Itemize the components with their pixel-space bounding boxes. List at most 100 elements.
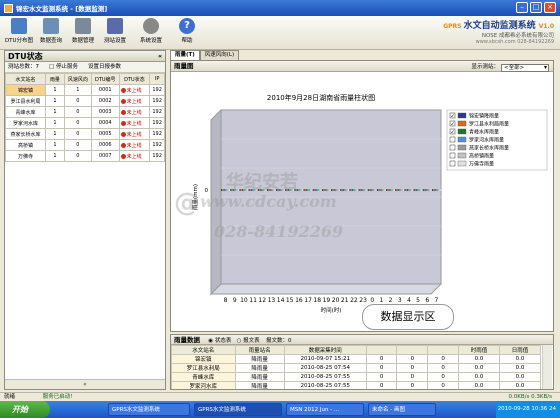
col-dtu-status[interactable]: DTU状态 [118, 73, 151, 85]
station-count: 测站总数：7 [8, 64, 39, 70]
chart-bar [238, 189, 240, 192]
expand-icon[interactable]: « [5, 379, 165, 389]
chart-title: 2010年9月28日湖南省雨量柱状图 [267, 93, 375, 102]
col-day-rain[interactable]: 日雨值 [498, 345, 541, 355]
chart-bar [293, 189, 295, 192]
dtu-table: 水文站名 雨量 风速风向 DTU编号 DTU状态 IP 锦宏镇 1 1 0001 未上线… [5, 73, 165, 162]
col-collect-time[interactable]: 数据采集时间 [283, 345, 367, 355]
maximize-button[interactable]: □ [530, 2, 542, 13]
chart-bar [336, 189, 338, 192]
data-area-callout: 数据显示区 [362, 304, 454, 330]
col-c1[interactable] [365, 345, 398, 355]
y-tick-label: 0 [205, 188, 209, 194]
minimize-button[interactable]: – [516, 2, 528, 13]
chart-bar [327, 189, 329, 192]
chart-bar [361, 189, 363, 192]
chart-bar [393, 189, 396, 192]
close-button[interactable]: × [544, 2, 556, 13]
chart-bar [412, 189, 414, 192]
chart-bar [401, 189, 403, 192]
chart-bar [408, 189, 410, 192]
chart-bar [344, 189, 346, 192]
help-button[interactable]: ? 帮助 [172, 18, 202, 44]
chart-bar [395, 189, 397, 192]
tab-wind[interactable]: 风速风向(L) [199, 50, 240, 60]
chart-bar [295, 189, 297, 192]
col-ip[interactable]: IP [149, 73, 165, 85]
dtu-panel-title: DTU状态 « [5, 51, 165, 62]
data-manage-button[interactable]: 数据管理 [68, 18, 98, 44]
wind-count: 0 [63, 139, 92, 151]
wind-count: 0 [63, 106, 92, 118]
col-rain-station[interactable]: 雨量站名 [234, 345, 285, 355]
legend-checkbox [449, 136, 456, 143]
collapse-icon[interactable]: « [158, 51, 162, 62]
tab-rainfall[interactable]: 雨量(T) [170, 50, 200, 60]
col-station[interactable]: 水文站名 [5, 73, 46, 85]
chart-bar [359, 189, 361, 192]
start-button[interactable]: 开始 [0, 401, 50, 418]
table-row[interactable]: 青峰水库 降雨量 2010-08-25 07:55 0 0 0 0.0 0.0 [171, 372, 541, 382]
task-item[interactable]: GPRS水文监测系统 [108, 403, 190, 416]
status-net: 0.0KB/s 0.3KB/s [508, 394, 552, 400]
dtu-map-button[interactable]: DTU分布图 [4, 18, 34, 44]
table-row[interactable]: 锦宏镇 1 1 0001 未上线 192 [5, 84, 165, 96]
table-row[interactable]: 罗家河水库 1 0 0004 未上线 192 [5, 117, 165, 129]
chart-bar [349, 189, 351, 192]
chart-bar [354, 189, 356, 192]
check-icon: ✓ [451, 114, 455, 120]
task-item[interactable]: 未命名 - 画图 [368, 403, 436, 416]
dtu-status: 未上线 [118, 106, 151, 118]
chart-bar [230, 189, 232, 192]
chart-bar [282, 189, 284, 192]
station-settings-button[interactable]: 测站设置 [100, 18, 130, 44]
dtu-panel-title-text: DTU状态 [8, 52, 43, 61]
table-row[interactable]: 锦宏镇 降雨量 2010-09-07 15:21 0 0 0 0.0 0.0 [171, 354, 541, 364]
table-row[interactable]: 高桥镇 1 0 0006 未上线 192 [5, 139, 165, 151]
table-row[interactable]: 燕家长桥水库 1 0 0005 未上线 192 [5, 128, 165, 140]
chart-bar [281, 189, 283, 192]
value-c1: 0 [365, 372, 398, 382]
chart-bar [341, 189, 343, 192]
data-scrollbar[interactable] [542, 345, 552, 389]
chart-bar [311, 189, 313, 192]
table-row[interactable]: 罗家河水库 降雨量 2010-08-25 07:55 0 0 0 0.0 0.0 [171, 381, 541, 389]
chart-bar [372, 189, 375, 192]
col-rain[interactable]: 雨量 [45, 73, 65, 85]
table-row[interactable]: 万佛寺 1 0 0007 未上线 192 [5, 150, 165, 162]
task-item[interactable]: MSN 2012 Jun - ... [286, 403, 364, 416]
rain-type: 降雨量 [234, 354, 285, 364]
col-c2[interactable] [396, 345, 429, 355]
report-settings-button[interactable]: 设置日报参数 [88, 62, 121, 72]
col-hour-rain[interactable]: 时雨值 [457, 345, 500, 355]
ip-value: 192 [149, 106, 165, 118]
radio-message-table[interactable]: ○ 报文表 [237, 338, 260, 344]
chart-bar [370, 189, 372, 192]
table-row[interactable]: 罗江县水利局 1 0 0002 未上线 192 [5, 95, 165, 107]
radio-status-table[interactable]: ◉ 状态表 [208, 338, 231, 344]
stop-service-button[interactable]: □ 停止服务 [49, 62, 78, 72]
chart-bar [389, 189, 392, 192]
chart-bar [334, 189, 337, 192]
data-query-button[interactable]: 数据查询 [36, 18, 66, 44]
col-dtu[interactable]: DTU编号 [90, 73, 120, 85]
task-item[interactable]: GPRS水文监测系统 [194, 403, 282, 416]
chart-bar [362, 189, 364, 192]
chart-bar [427, 189, 430, 192]
chart-bar [379, 189, 381, 192]
system-settings-button[interactable]: 系统设置 [136, 18, 166, 44]
chart-bar [403, 189, 405, 192]
chart-bar [289, 189, 291, 192]
x-axis-label: 时间(时) [321, 306, 342, 314]
col-hydro-station[interactable]: 水文站名 [171, 345, 236, 355]
table-row[interactable]: 罗江县水利局 降雨量 2010-08-25 07:54 0 0 0 0.0 0.0 [171, 363, 541, 373]
col-c3[interactable] [427, 345, 459, 355]
dtu-subbar: 测站总数：7 □ 停止服务 设置日报参数 [5, 62, 165, 73]
hour-rain: 0.0 [457, 354, 500, 364]
table-row[interactable]: 青峰水库 1 0 0003 未上线 192 [5, 106, 165, 118]
col-wind[interactable]: 风速风向 [63, 73, 92, 85]
chart-bar [313, 189, 316, 192]
station-select[interactable]: <全部> [501, 63, 549, 72]
chart-bar [296, 189, 299, 192]
chart-bar [378, 189, 380, 192]
